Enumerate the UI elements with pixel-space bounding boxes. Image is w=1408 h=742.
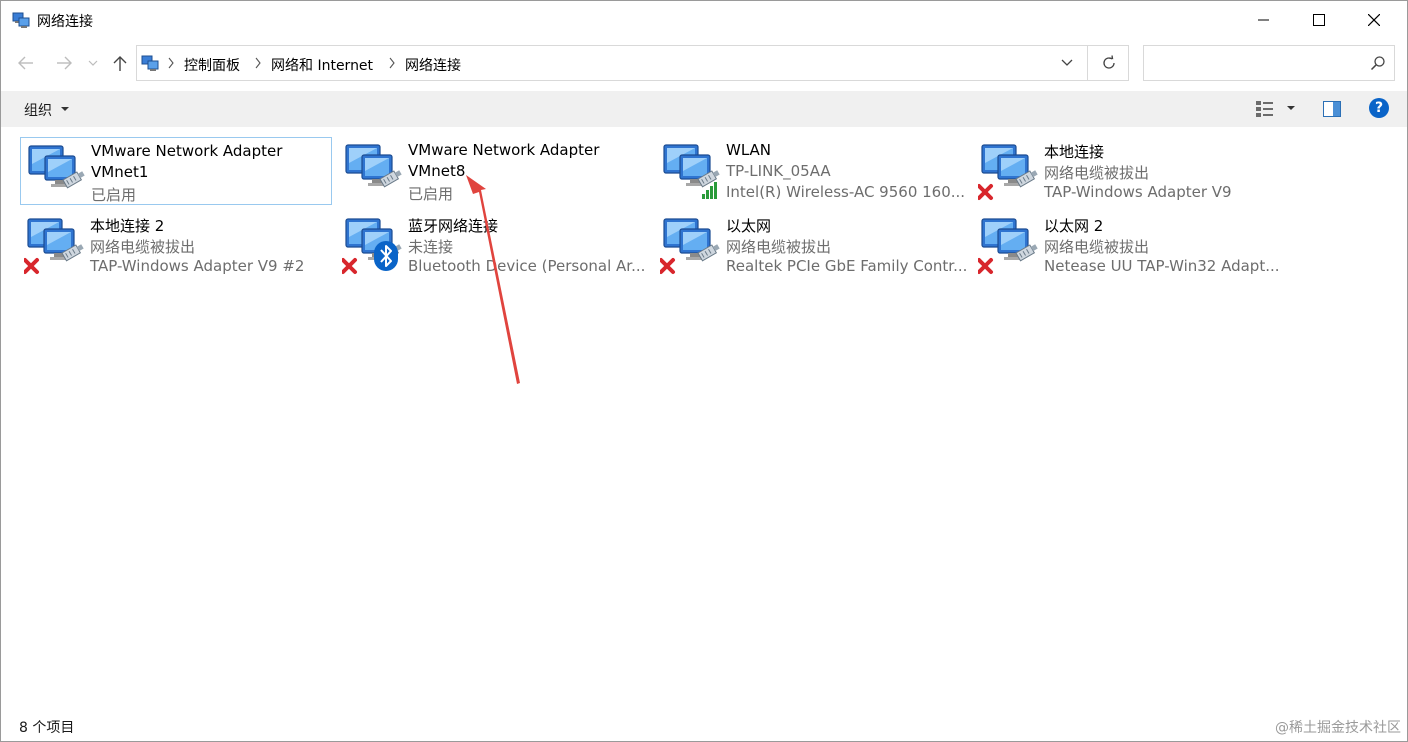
adapter-device: Realtek PCIe GbE Family Contr... — [726, 257, 968, 275]
preview-pane-icon[interactable] — [1323, 101, 1341, 117]
disconnected-x-icon — [24, 258, 39, 274]
close-button[interactable] — [1351, 1, 1397, 39]
command-bar: 组织 ? — [1, 91, 1407, 127]
adapter-item[interactable]: 本地连接网络电缆被拔出 TAP-Windows Adapter V9 — [974, 137, 1286, 205]
item-count: 8 个项目 — [19, 720, 75, 736]
chevron-down-icon — [88, 60, 98, 66]
adapter-item[interactable]: 以太网网络电缆被拔出 Realtek PCIe GbE Family Contr.… — [656, 211, 968, 279]
adapter-name: VMware Network Adapter — [408, 141, 600, 159]
window-title: 网络连接 — [37, 14, 93, 30]
adapter-device: Intel(R) Wireless-AC 9560 160... — [726, 183, 966, 201]
adapter-status: 网络电缆被拔出 — [1044, 164, 1150, 182]
search-icon — [1370, 56, 1385, 71]
adapter-status: 已启用 — [408, 185, 454, 203]
back-button[interactable] — [13, 49, 39, 77]
refresh-icon — [1103, 55, 1115, 69]
chevron-down-icon — [1061, 59, 1073, 66]
disconnected-x-icon — [978, 184, 993, 200]
adapter-device: Netease UU TAP-Win32 Adapt... — [1044, 257, 1280, 275]
network-adapter-icon — [660, 218, 720, 274]
adapter-name: 以太网 — [726, 217, 772, 235]
adapter-status: TP-LINK_05AA — [726, 162, 831, 180]
search-input[interactable] — [1150, 52, 1354, 76]
disconnected-x-icon — [342, 258, 357, 274]
recent-locations-button[interactable] — [83, 49, 103, 77]
adapter-name-line2: VMnet1 — [91, 163, 149, 181]
network-connections-icon — [12, 12, 30, 28]
maximize-button[interactable] — [1296, 1, 1342, 39]
adapter-name: WLAN — [726, 141, 772, 159]
network-adapter-icon — [345, 144, 402, 188]
change-view-icon[interactable] — [1255, 99, 1275, 119]
window: 网络连接 控制面板 网络和 Internet 网络连接 组织 ? VMware … — [0, 0, 1408, 742]
network-adapter-icon — [663, 144, 720, 199]
organize-dropdown-icon[interactable] — [61, 107, 69, 111]
adapter-device: TAP-Windows Adapter V9 #2 — [90, 257, 305, 275]
adapter-item[interactable]: VMware Network Adapter VMnet1 已启用 — [20, 137, 332, 205]
breadcrumb-separator-icon — [168, 57, 174, 69]
address-divider — [1087, 46, 1088, 80]
adapter-name-line2: VMnet8 — [408, 162, 466, 180]
adapter-item[interactable]: 蓝牙网络连接 未连接 Bluetooth Device (Personal Ar..… — [338, 211, 650, 279]
adapter-item[interactable]: WLAN TP-LINK_05AA Intel(R) Wireless-AC 956… — [656, 137, 968, 205]
forward-arrow-icon — [57, 56, 72, 70]
disconnected-x-icon — [978, 258, 993, 274]
adapter-item[interactable]: 以太网 2 网络电缆被拔出 Netease UU TAP-Win32 Adapt..… — [974, 211, 1286, 279]
adapter-status: 已启用 — [91, 186, 137, 204]
network-adapter-icon — [978, 218, 1038, 274]
maximize-icon — [1313, 14, 1325, 26]
adapter-status: 网络电缆被拔出 — [1044, 238, 1150, 256]
watermark: @稀土掘金技术社区 — [1275, 720, 1401, 736]
adapter-name: 以太网 2 — [1044, 217, 1104, 235]
up-button[interactable] — [107, 49, 133, 77]
adapter-status: 未连接 — [408, 238, 454, 256]
adapter-item[interactable]: VMware Network Adapter VMnet8 已启用 — [338, 137, 650, 205]
adapter-name: 本地连接 — [1044, 143, 1105, 161]
help-button[interactable]: ? — [1369, 98, 1389, 118]
back-arrow-icon — [18, 56, 33, 70]
search-box[interactable] — [1143, 45, 1395, 81]
breadcrumb-separator-icon — [389, 57, 395, 69]
network-adapter-icon — [978, 144, 1038, 200]
adapter-status: 网络电缆被拔出 — [90, 238, 196, 256]
breadcrumb-network-connections[interactable]: 网络连接 — [405, 55, 461, 75]
adapter-name: 本地连接 2 — [90, 217, 165, 235]
adapter-device: TAP-Windows Adapter V9 — [1044, 183, 1232, 201]
adapter-device: Bluetooth Device (Personal Ar... — [408, 257, 646, 275]
minimize-icon — [1258, 19, 1269, 21]
view-options-dropdown-icon[interactable] — [1287, 106, 1295, 110]
breadcrumb-network-internet[interactable]: 网络和 Internet — [271, 55, 373, 75]
disconnected-x-icon — [660, 258, 675, 274]
adapter-name: VMware Network Adapter — [91, 142, 283, 160]
minimize-button[interactable] — [1241, 1, 1287, 39]
adapter-name: 蓝牙网络连接 — [408, 217, 499, 235]
address-history-button[interactable] — [1054, 52, 1080, 74]
adapter-status: 网络电缆被拔出 — [726, 238, 832, 256]
close-icon — [1368, 14, 1380, 26]
up-arrow-icon — [113, 56, 127, 71]
control-panel-icon — [141, 55, 159, 71]
breadcrumb-control-panel[interactable]: 控制面板 — [184, 55, 240, 75]
address-bar[interactable]: 控制面板 网络和 Internet 网络连接 — [136, 45, 1129, 81]
network-adapter-icon — [28, 145, 85, 189]
adapter-item[interactable]: 本地连接 2 网络电缆被拔出 TAP-Windows Adapter V9 #2 — [20, 211, 332, 279]
bluetooth-icon — [374, 241, 398, 271]
network-adapter-icon — [24, 218, 84, 274]
breadcrumb-separator-icon — [255, 57, 261, 69]
title-bar: 网络连接 — [1, 1, 1407, 39]
forward-button[interactable] — [51, 49, 77, 77]
organize-button[interactable]: 组织 — [24, 100, 52, 120]
refresh-button[interactable] — [1095, 52, 1123, 74]
